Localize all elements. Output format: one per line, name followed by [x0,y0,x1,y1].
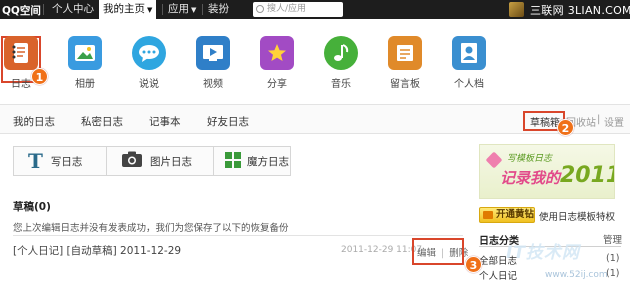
draft-row-title[interactable]: [个人日记] [自动草稿] 2011-12-29 [13,243,181,258]
app-label: 说说 [139,79,159,90]
app-talk[interactable]: 说说 [124,36,174,90]
drafts-title: 草稿(0) [13,201,51,213]
profile-icon [452,36,486,70]
heart-icon [485,151,503,169]
app-message-board[interactable]: 留言板 [380,36,430,90]
nav-personal-center[interactable]: 个人中心 [48,0,98,19]
category-personal[interactable]: 个人日记 [479,268,517,282]
divider [202,4,203,15]
video-icon [196,36,230,70]
highlight-box-edit [412,238,464,265]
top-navigation-bar: QQ空间 个人中心 我的主页 ▼ 应用 ▼ 装扮 搜人/应用 三联网 3LIAN.C… [0,0,630,19]
divider [13,235,463,236]
step-badge-3: 3 [465,256,482,273]
app-profile[interactable]: 个人档 [444,36,494,90]
step-badge-1: 1 [31,68,48,85]
cube-diary-button[interactable]: 魔方日志 [225,147,289,175]
cube-diary-label: 魔方日志 [247,155,289,168]
open-yellow-diamond-button[interactable]: 开通黄钻 [479,207,535,223]
app-share[interactable]: 分享 [252,36,302,90]
settings-link[interactable]: 设置 [604,114,624,129]
app-label: 留言板 [390,79,420,90]
app-album[interactable]: 相册 [60,36,110,90]
nav-my-homepage-label: 我的主页 [103,3,145,15]
nav-apps-label: 应用 [168,3,189,15]
category-personal-count: (1) [606,268,620,279]
camera-icon [121,151,143,171]
chevron-down-icon: ▼ [191,6,197,14]
brand-icon[interactable] [509,2,524,17]
notebook-icon [4,36,38,70]
search-icon [256,5,264,13]
chat-bubble-icon [132,36,166,70]
divider [213,147,214,175]
app-music[interactable]: 音乐 [316,36,366,90]
music-note-icon [324,36,358,70]
divider [106,147,107,175]
banner-line2: 记录我的 [500,169,561,187]
nav-decorate[interactable]: 装扮 [204,0,233,19]
tab-private-diary[interactable]: 私密日志 [81,114,123,129]
star-icon [260,36,294,70]
search-input[interactable]: 搜人/应用 [253,2,343,17]
write-buttons-group: T 写日志 图片日志 魔方日志 [13,146,291,176]
text-t-icon: T [28,149,43,173]
site-watermark: 三联网 3LIAN.COM [530,4,630,17]
banner-line1: 写模板日志 [507,154,553,164]
divider [43,4,44,15]
bottom-watermark-url: www.52ij.com [545,270,608,280]
app-label: 音乐 [331,79,351,90]
app-label: 视频 [203,79,223,90]
crown-icon [483,211,493,219]
photo-diary-label: 图片日志 [150,155,192,168]
app-icons-row: 日志 相册 说说 视频 分享 音乐 留言板 个人档 1 [0,20,630,98]
link-separator: | [597,114,601,125]
template-diary-banner[interactable]: 写模板日志 记录我的 2011 [479,144,615,199]
app-video[interactable]: 视频 [188,36,238,90]
grid-icon [225,151,241,171]
qzone-logo[interactable]: QQ空间 [2,3,41,18]
banner-year: 2011 [560,163,614,188]
bottom-watermark: IT技术网 [506,243,580,263]
nav-apps[interactable]: 应用 ▼ [164,0,200,19]
app-label: 个人档 [454,79,484,90]
chevron-down-icon: ▼ [147,6,153,14]
search-placeholder: 搜人/应用 [267,4,307,14]
drafts-info-text: 您上次编辑日志并没有发表成功，我们为您保存了以下的恢复备份 [13,223,289,234]
write-diary-label: 写日志 [50,155,83,168]
step-badge-2: 2 [557,119,574,136]
manage-link[interactable]: 管理 [603,232,622,246]
write-diary-button[interactable]: T 写日志 [28,147,82,175]
app-label: 相册 [75,79,95,90]
tab-friends-diary[interactable]: 好友日志 [207,114,249,129]
category-all-count: (1) [606,253,620,264]
nav-my-homepage[interactable]: 我的主页 ▼ [99,0,157,19]
divider [162,4,163,15]
tab-notebook[interactable]: 记事本 [149,114,181,129]
photo-diary-button[interactable]: 图片日志 [121,147,192,175]
vip-description: 使用日志模板特权 [539,212,616,223]
photo-icon [68,36,102,70]
vip-button-label: 开通黄钻 [496,209,535,220]
app-label: 分享 [267,79,287,90]
message-board-icon [388,36,422,70]
tab-my-diary[interactable]: 我的日志 [13,114,55,129]
draft-row-date: 2011-12-29 11:07 [341,245,423,255]
